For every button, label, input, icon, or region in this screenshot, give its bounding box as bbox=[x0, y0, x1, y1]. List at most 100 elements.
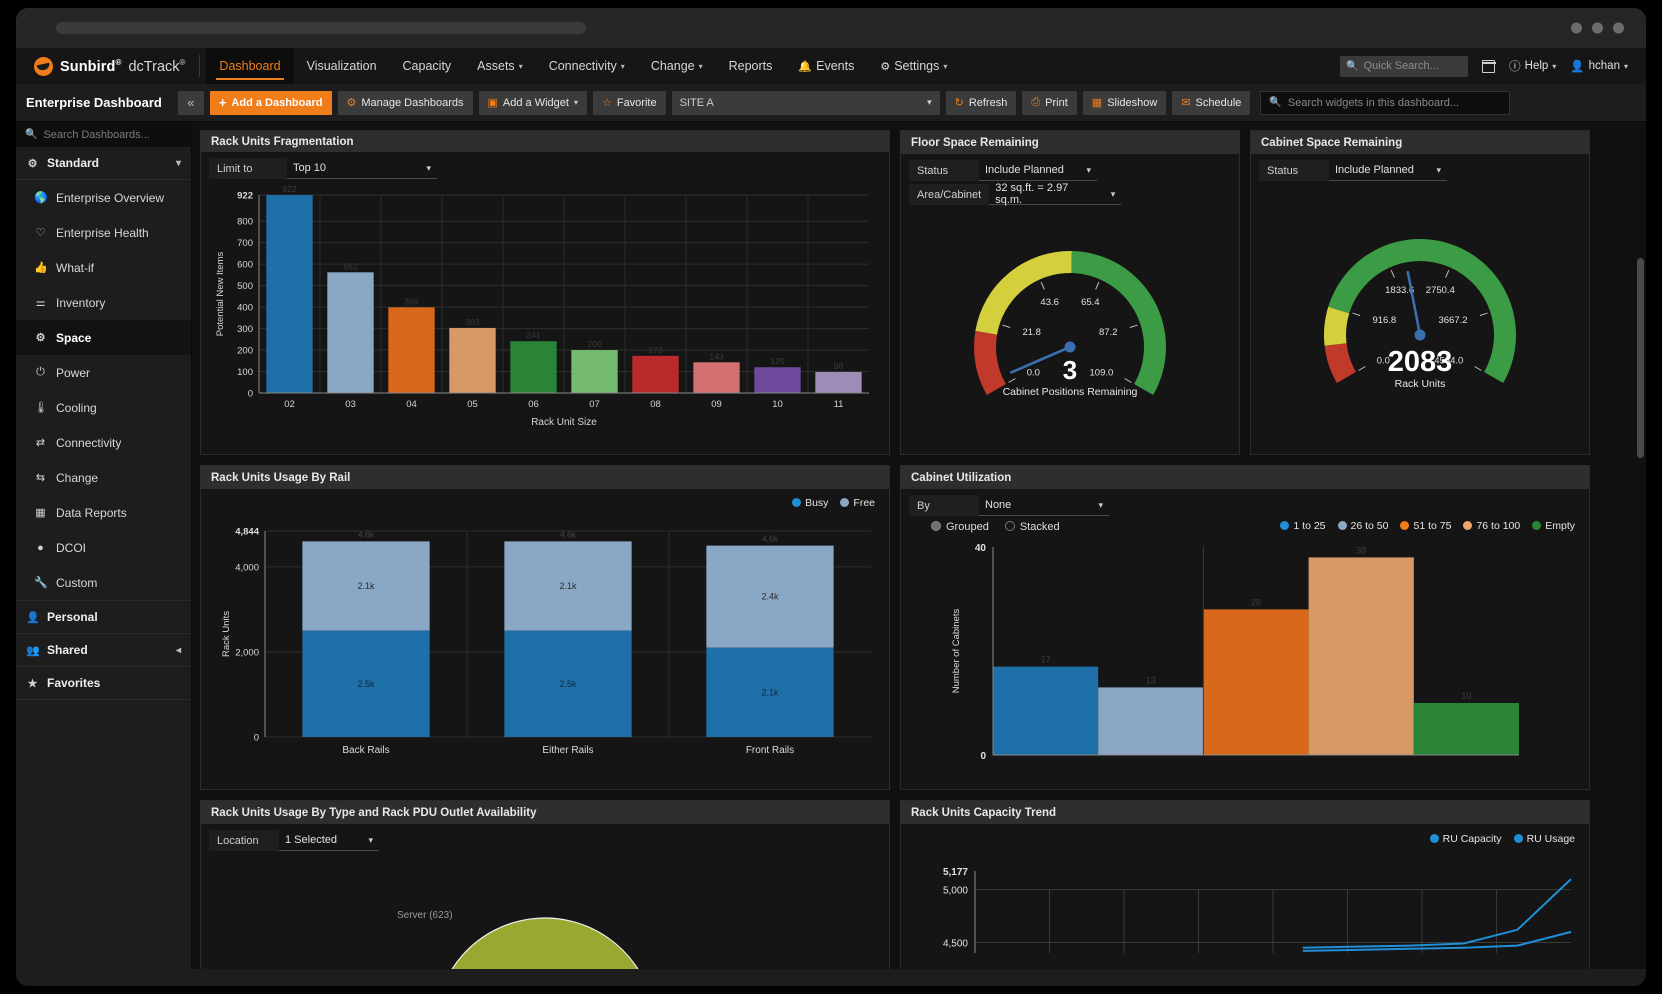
app-window: Sunbird® dcTrack® Dashboard Visualizatio… bbox=[16, 8, 1646, 986]
widget-title: Rack Units Usage By Type and Rack PDU Ou… bbox=[201, 801, 889, 824]
sidebar-item-data-reports[interactable]: ▦ Data Reports bbox=[16, 495, 191, 530]
chevron-left-icon: ◂ bbox=[175, 644, 181, 656]
legend-item-26-to-50[interactable]: 26 to 50 bbox=[1337, 520, 1388, 532]
sidebar-group-standard[interactable]: ⚙ Standard ▾ bbox=[16, 147, 191, 180]
chevron-down-icon: ▾ bbox=[1552, 61, 1557, 71]
sidebar-item-inventory[interactable]: ⚌ Inventory bbox=[16, 285, 191, 320]
svg-text:Either Rails: Either Rails bbox=[542, 745, 593, 756]
refresh-button[interactable]: ↻ Refresh bbox=[945, 90, 1017, 115]
nav-connectivity[interactable]: Connectivity ▾ bbox=[536, 48, 638, 84]
legend-item-51-to-75[interactable]: 51 to 75 bbox=[1400, 520, 1451, 532]
sidebar-item-cooling[interactable]: 🌡 Cooling bbox=[16, 390, 191, 425]
site-select[interactable]: SITE A ▾ bbox=[671, 90, 940, 115]
limit-to-select[interactable]: Top 10 ▾ bbox=[287, 158, 437, 179]
nav-visualization[interactable]: Visualization bbox=[294, 48, 390, 84]
sidebar-item-dcoi[interactable]: ● DCOI bbox=[16, 530, 191, 565]
legend-item-busy[interactable]: Busy bbox=[792, 497, 828, 509]
legend-item-empty[interactable]: Empty bbox=[1532, 520, 1575, 532]
content-scrollbar[interactable] bbox=[1637, 258, 1644, 958]
maximize-icon[interactable] bbox=[1592, 22, 1603, 34]
scrollbar-thumb[interactable] bbox=[1637, 258, 1644, 458]
svg-text:4.6k: 4.6k bbox=[358, 529, 375, 539]
widget-title: Floor Space Remaining bbox=[901, 131, 1239, 154]
button-label: Add a Widget bbox=[502, 96, 569, 109]
chevron-down-icon: ▾ bbox=[698, 61, 703, 71]
favorite-button[interactable]: ☆ Favorite bbox=[592, 90, 666, 115]
svg-text:700: 700 bbox=[237, 238, 253, 249]
legend-swatch bbox=[1400, 520, 1410, 530]
nav-settings[interactable]: ⚙ Settings ▾ bbox=[867, 48, 960, 84]
sidebar-item-custom[interactable]: 🔧 Custom bbox=[16, 565, 191, 600]
svg-text:0: 0 bbox=[254, 733, 259, 744]
help-label: Help bbox=[1524, 60, 1549, 72]
svg-text:17: 17 bbox=[1041, 655, 1051, 665]
schedule-button[interactable]: ✉ Schedule bbox=[1172, 90, 1251, 115]
site-select-value: SITE A bbox=[679, 96, 714, 109]
radio-grouped[interactable]: Grouped bbox=[931, 521, 989, 533]
app-logo[interactable]: Sunbird® dcTrack® bbox=[28, 56, 199, 76]
area-cabinet-select[interactable]: 32 sq.ft. = 2.97 sq.m. ▾ bbox=[989, 182, 1122, 206]
nav-assets[interactable]: Assets ▾ bbox=[464, 48, 536, 84]
svg-text:98: 98 bbox=[834, 361, 844, 371]
sidebar-item-enterprise-overview[interactable]: 🌎 Enterprise Overview bbox=[16, 180, 191, 215]
sidebar-group-shared[interactable]: 👥 Shared ◂ bbox=[16, 634, 191, 667]
sidebar-item-enterprise-health[interactable]: ♡ Enterprise Health bbox=[16, 215, 191, 250]
svg-text:13: 13 bbox=[1146, 675, 1156, 685]
manage-dashboards-button[interactable]: ⚙ Manage Dashboards bbox=[337, 90, 473, 115]
legend-item-76-to-100[interactable]: 76 to 100 bbox=[1463, 520, 1520, 532]
refresh-icon: ↻ bbox=[954, 97, 964, 109]
nav-dashboard[interactable]: Dashboard bbox=[206, 48, 294, 84]
print-button[interactable]: ⎙ Print bbox=[1022, 90, 1077, 115]
user-menu[interactable]: 👤 hchan ▾ bbox=[1570, 59, 1628, 73]
legend-item-ru-usage[interactable]: RU Usage bbox=[1513, 833, 1575, 845]
status-value: Include Planned bbox=[985, 164, 1064, 176]
add-dashboard-button[interactable]: + Add a Dashboard bbox=[209, 90, 332, 115]
nav-items: Dashboard Visualization Capacity Assets ▾… bbox=[206, 48, 960, 84]
browser-address-bar[interactable] bbox=[56, 22, 586, 34]
sidebar-item-power[interactable]: ⏻ Power bbox=[16, 355, 191, 390]
by-select[interactable]: None ▾ bbox=[979, 495, 1109, 516]
legend-item-1-to-25[interactable]: 1 to 25 bbox=[1280, 520, 1326, 532]
area-cabinet-label: Area/Cabinet bbox=[909, 184, 990, 205]
radio-stacked[interactable]: Stacked bbox=[1004, 521, 1060, 533]
slideshow-button[interactable]: ▦ Slideshow bbox=[1082, 90, 1167, 115]
help-menu[interactable]: ⓘ Help ▾ bbox=[1509, 58, 1556, 74]
svg-text:11: 11 bbox=[834, 399, 844, 410]
nav-reports[interactable]: Reports bbox=[716, 48, 786, 84]
location-select[interactable]: 1 Selected ▾ bbox=[279, 830, 379, 851]
legend-item-free[interactable]: Free bbox=[840, 497, 875, 509]
widget-search-input[interactable]: 🔍 Search widgets in this dashboard... bbox=[1260, 90, 1511, 115]
sidebar-item-change[interactable]: ⇆ Change bbox=[16, 460, 191, 495]
nav-capacity[interactable]: Capacity bbox=[390, 48, 465, 84]
legend-item-ru-capacity[interactable]: RU Capacity bbox=[1429, 833, 1502, 845]
sidebar-item-space[interactable]: ⚙ Space bbox=[16, 320, 191, 355]
search-dashboards-input[interactable]: 🔍 Search Dashboards... bbox=[16, 122, 191, 147]
nav-change[interactable]: Change ▾ bbox=[638, 48, 716, 84]
status-select[interactable]: Include Planned ▾ bbox=[1329, 160, 1447, 181]
location-value: 1 Selected bbox=[285, 834, 337, 846]
collapse-sidebar-button[interactable]: « bbox=[177, 90, 204, 115]
window-controls[interactable] bbox=[1571, 22, 1624, 34]
svg-text:Number of Cabinets: Number of Cabinets bbox=[951, 609, 962, 694]
sidebar-item-connectivity[interactable]: ⇄ Connectivity bbox=[16, 425, 191, 460]
legend-label: 51 to 75 bbox=[1413, 519, 1452, 532]
cabinet-space-gauge: 0.0916.81833.6 2750.43667.24584.02083Rack… bbox=[1324, 239, 1516, 390]
nav-events[interactable]: 🔔 Events bbox=[785, 48, 867, 84]
widget-title: Rack Units Usage By Rail bbox=[201, 466, 889, 489]
quick-search-input[interactable]: 🔍 Quick Search... bbox=[1340, 55, 1469, 77]
status-select[interactable]: Include Planned ▾ bbox=[979, 160, 1097, 181]
sidebar-group-personal[interactable]: 👤 Personal bbox=[16, 601, 191, 634]
svg-text:0: 0 bbox=[248, 389, 253, 400]
minimize-icon[interactable] bbox=[1571, 22, 1582, 34]
calendar-icon[interactable] bbox=[1481, 59, 1496, 73]
sidebar-group-favorites[interactable]: ★ Favorites bbox=[16, 667, 191, 700]
add-widget-button[interactable]: ▣ Add a Widget ▾ bbox=[478, 90, 587, 115]
svg-text:303: 303 bbox=[465, 317, 479, 327]
top-navigation: Sunbird® dcTrack® Dashboard Visualizatio… bbox=[16, 48, 1646, 84]
sidebar-item-what-if[interactable]: 👍 What-if bbox=[16, 250, 191, 285]
widget-search-placeholder: Search widgets in this dashboard... bbox=[1287, 96, 1460, 109]
close-icon[interactable] bbox=[1613, 22, 1624, 34]
sidebar-item-label: Inventory bbox=[56, 295, 106, 310]
fragmentation-chart: 0 100 200 300 400 500 600 700 800 922 922 02 562 03 39… bbox=[215, 184, 869, 428]
svg-text:09: 09 bbox=[711, 399, 722, 410]
